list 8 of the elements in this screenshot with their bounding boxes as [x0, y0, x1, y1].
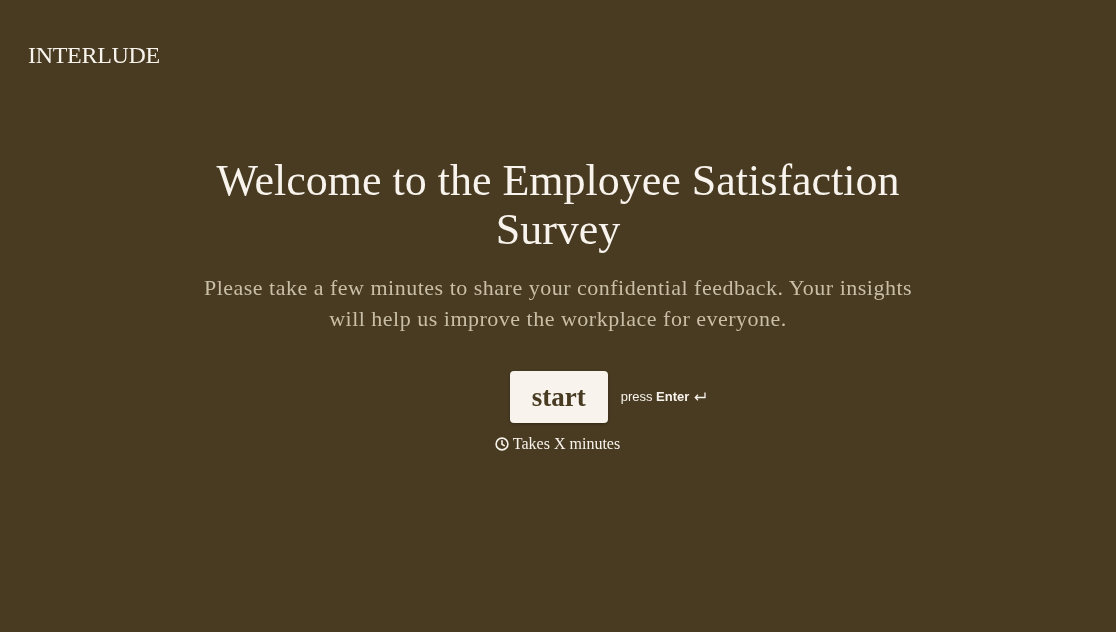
survey-title: Welcome to the Employee Satisfaction Survey [215, 156, 901, 254]
return-key-icon [694, 392, 707, 402]
clock-icon [494, 437, 509, 451]
brand-logo: INTERLUDE [28, 42, 160, 68]
keyboard-hint: press Enter [620, 388, 690, 407]
duration-text: Takes X minutes [512, 434, 621, 454]
survey-description: Please take a few minutes to share your confidential feedback. Your insights will help us improve the workplace for everyone. [202, 274, 914, 333]
start-button[interactable]: start [509, 371, 608, 423]
